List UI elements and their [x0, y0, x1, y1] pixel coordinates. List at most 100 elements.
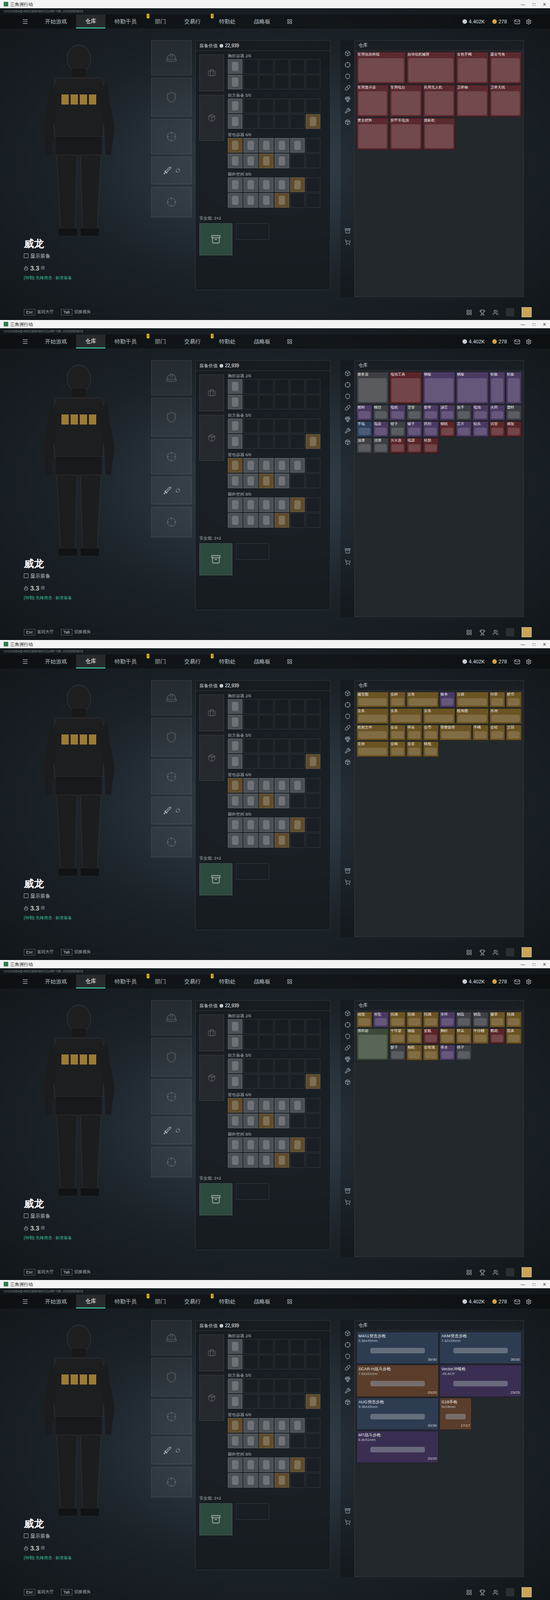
warehouse-item[interactable]: 钥匙	[456, 1011, 472, 1028]
container-slot[interactable]	[305, 1073, 321, 1089]
container-slot[interactable]	[227, 177, 243, 193]
container-slot[interactable]	[305, 698, 321, 714]
key-hint[interactable]: Esc返回大厅	[23, 1268, 54, 1276]
container-slot[interactable]	[290, 74, 305, 90]
helmet-slot[interactable]	[151, 680, 192, 715]
warehouse-item[interactable]: 金条	[356, 708, 389, 724]
container-slot[interactable]	[290, 1073, 305, 1089]
show-gear-checkbox[interactable]: 显示装备	[23, 252, 149, 260]
nav-tab[interactable]: 交易行	[175, 654, 210, 669]
container-slot[interactable]	[243, 1058, 259, 1073]
container-slot[interactable]	[258, 98, 274, 114]
backpack-slot[interactable]	[199, 414, 225, 461]
warehouse-item[interactable]: 骰子	[389, 1044, 406, 1061]
container-slot[interactable]	[305, 753, 321, 769]
menu-icon[interactable]	[22, 18, 29, 25]
container-slot[interactable]	[305, 177, 321, 193]
container-slot[interactable]	[258, 793, 274, 809]
container-slot[interactable]	[227, 434, 243, 449]
valuables-icon[interactable]	[344, 1056, 351, 1062]
container-slot[interactable]	[290, 434, 305, 449]
container-slot[interactable]	[274, 473, 290, 489]
container-slot[interactable]	[305, 137, 321, 153]
all-items-icon[interactable]	[344, 50, 351, 57]
container-slot[interactable]	[243, 512, 259, 528]
medical-icon[interactable]	[344, 1364, 351, 1371]
nav-tab[interactable]: !部门	[145, 974, 176, 989]
container-slot[interactable]	[258, 1113, 274, 1128]
container-slot[interactable]	[274, 1097, 290, 1113]
knife-slot[interactable]	[151, 156, 192, 185]
warehouse-item[interactable]: 弹药箱	[356, 1028, 389, 1061]
knife-slot[interactable]	[151, 476, 192, 505]
container-slot[interactable]	[290, 1378, 305, 1393]
avatar[interactable]	[521, 627, 532, 638]
container-slot[interactable]	[258, 1073, 274, 1089]
knife-slot[interactable]	[151, 1436, 192, 1464]
primary-slot[interactable]	[151, 1466, 192, 1497]
warehouse-item[interactable]: 金碗	[389, 741, 406, 757]
container-slot[interactable]	[227, 1152, 243, 1168]
container-slot[interactable]	[305, 1378, 321, 1393]
safe-box[interactable]	[199, 863, 233, 896]
container-slot[interactable]	[258, 379, 274, 394]
container-slot[interactable]	[305, 777, 321, 793]
safe-box-slot[interactable]	[236, 1182, 270, 1200]
warehouse-item[interactable]: 香水	[439, 1044, 456, 1061]
friends-icon[interactable]	[492, 1269, 499, 1276]
nav-tab[interactable]: 仓库	[76, 1294, 106, 1309]
mail-icon[interactable]	[514, 658, 521, 665]
materials-icon[interactable]	[344, 107, 351, 114]
nav-tab[interactable]: 战略板	[244, 654, 280, 669]
container-slot[interactable]	[274, 153, 290, 169]
container-slot[interactable]	[243, 817, 259, 832]
warehouse-item[interactable]: 金砖	[489, 724, 506, 741]
container-slot[interactable]	[258, 457, 274, 473]
window-control[interactable]: —	[520, 0, 526, 8]
chat-button[interactable]	[506, 308, 515, 317]
container-slot[interactable]	[258, 1018, 274, 1034]
chest-rig-slot[interactable]	[199, 694, 225, 732]
gear-icon[interactable]	[525, 1298, 532, 1305]
container-slot[interactable]	[274, 457, 290, 473]
warehouse-item[interactable]: 铝板	[489, 371, 506, 404]
container-slot[interactable]	[258, 418, 274, 434]
warehouse-item[interactable]: 玩偶	[406, 1011, 423, 1028]
nav-tab[interactable]: 特勤干员	[105, 654, 146, 669]
container-slot[interactable]	[243, 1113, 259, 1128]
stats-icon[interactable]	[466, 629, 473, 636]
container-slot[interactable]	[227, 753, 243, 769]
container-slot[interactable]	[243, 74, 259, 90]
friends-icon[interactable]	[492, 629, 499, 636]
container-slot[interactable]	[290, 1034, 305, 1050]
container-slot[interactable]	[305, 817, 321, 832]
warehouse-item[interactable]: 相机	[406, 1044, 423, 1061]
primary-slot[interactable]	[151, 826, 192, 858]
nav-tab[interactable]: 交易行	[175, 14, 210, 29]
mail-icon[interactable]	[514, 1298, 521, 1305]
warehouse-item[interactable]: 吊坠	[373, 1011, 389, 1028]
trophy-icon[interactable]	[479, 949, 486, 956]
medical-icon[interactable]	[344, 1044, 351, 1051]
container-slot[interactable]	[258, 1034, 274, 1050]
weapons-icon[interactable]	[344, 381, 351, 388]
chest-rig-slot[interactable]	[199, 1014, 225, 1051]
nav-tab[interactable]: 仓库	[76, 14, 106, 29]
container-slot[interactable]	[243, 1137, 259, 1152]
helmet-slot[interactable]	[151, 360, 192, 396]
helmet-slot[interactable]	[151, 40, 192, 76]
container-slot[interactable]	[274, 793, 290, 809]
container-slot[interactable]	[258, 1152, 274, 1168]
nav-tab[interactable]: 交易行	[175, 1294, 210, 1309]
key-hint[interactable]: Tab切换视角	[60, 1588, 91, 1595]
container-slot[interactable]	[258, 1338, 274, 1354]
container-slot[interactable]	[227, 1034, 243, 1050]
warehouse-item[interactable]: 金条	[389, 708, 422, 724]
valuables-icon[interactable]	[344, 1375, 351, 1382]
container-slot[interactable]	[274, 137, 290, 153]
weapon-item[interactable]: G18手枪9x19mm17/17	[439, 1397, 472, 1430]
misc-icon[interactable]	[344, 759, 351, 765]
container-slot[interactable]	[274, 59, 290, 74]
container-slot[interactable]	[274, 434, 290, 449]
all-items-icon[interactable]	[344, 1010, 351, 1017]
